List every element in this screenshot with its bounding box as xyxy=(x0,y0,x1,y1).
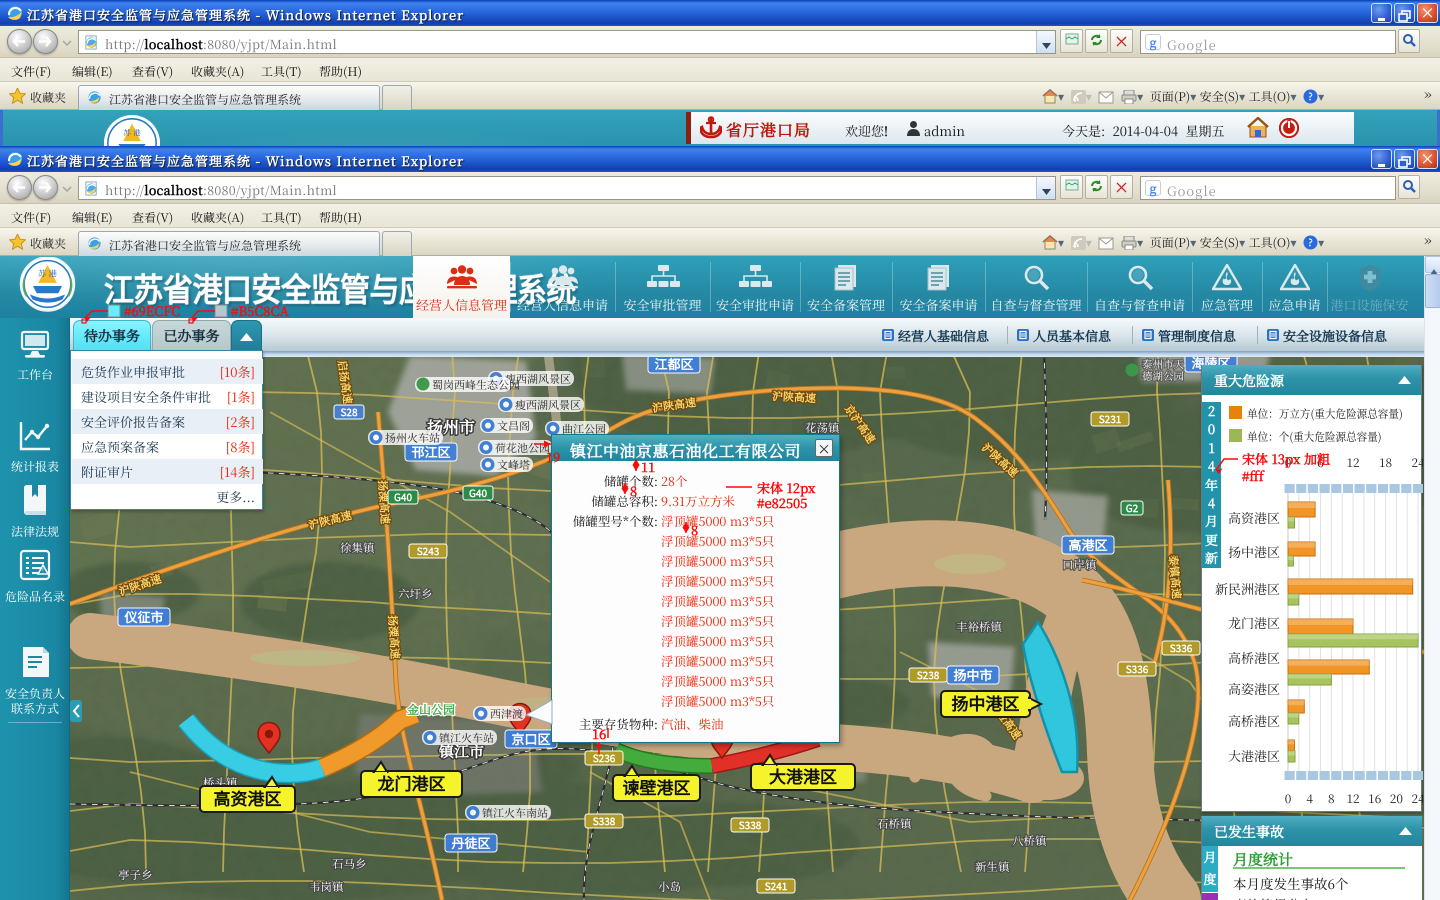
svg-text:扬中港区: 扬中港区 xyxy=(952,690,1020,715)
svg-text:16: 16 xyxy=(1368,790,1381,807)
svg-text:德湖公园: 德湖公园 xyxy=(1142,369,1184,384)
svg-text:新生镇: 新生镇 xyxy=(975,859,1011,875)
svg-text:24: 24 xyxy=(1411,790,1423,807)
svg-text:S336: S336 xyxy=(1126,661,1149,676)
svg-text:石马乡: 石马乡 xyxy=(332,856,367,872)
svg-text:京口区: 京口区 xyxy=(511,729,550,748)
svg-text:S231: S231 xyxy=(1099,411,1122,426)
svg-text:S338: S338 xyxy=(593,813,616,828)
svg-text:瘦西湖风景区: 瘦西湖风景区 xyxy=(515,397,581,413)
svg-text:六圩乡: 六圩乡 xyxy=(398,586,433,602)
svg-text:18: 18 xyxy=(1379,454,1392,471)
svg-text:高资港区: 高资港区 xyxy=(214,785,282,810)
svg-text:龙门港区: 龙门港区 xyxy=(377,770,446,795)
svg-text:G40: G40 xyxy=(394,489,412,504)
svg-text:20: 20 xyxy=(1390,790,1403,807)
svg-text:?: ? xyxy=(1309,89,1313,103)
svg-text:徐集镇: 徐集镇 xyxy=(340,540,376,556)
svg-text:12: 12 xyxy=(1346,790,1360,807)
svg-text:蜀岗西峰生态公园: 蜀岗西峰生态公园 xyxy=(432,377,520,393)
svg-text:S241: S241 xyxy=(765,878,788,893)
svg-text:镇江火车南站: 镇江火车南站 xyxy=(482,805,548,821)
svg-text:丹徒区: 丹徒区 xyxy=(451,833,490,852)
svg-text:丰裕桥镇: 丰裕桥镇 xyxy=(956,619,1003,635)
svg-text:文峰塔: 文峰塔 xyxy=(497,457,530,473)
svg-text:高港区: 高港区 xyxy=(1068,535,1107,554)
svg-text:大港港区: 大港港区 xyxy=(769,763,837,788)
svg-text:口岸镇: 口岸镇 xyxy=(1062,557,1098,573)
svg-text:S238: S238 xyxy=(917,667,940,682)
svg-text:镇江火车站: 镇江火车站 xyxy=(439,730,494,746)
svg-text:?: ? xyxy=(1309,235,1313,249)
svg-text:韦岗镇: 韦岗镇 xyxy=(309,879,345,895)
svg-text:文昌阁: 文昌阁 xyxy=(497,418,530,434)
svg-text:亭子乡: 亭子乡 xyxy=(118,867,153,883)
svg-text:小岛: 小岛 xyxy=(658,879,681,895)
svg-text:6: 6 xyxy=(1317,454,1324,471)
svg-text:八桥镇: 八桥镇 xyxy=(1012,833,1048,849)
svg-text:8: 8 xyxy=(1328,790,1335,807)
svg-text:S338: S338 xyxy=(739,817,762,832)
svg-text:仪征市: 仪征市 xyxy=(123,607,163,626)
svg-text:G2: G2 xyxy=(1126,500,1139,515)
svg-text:扬溧高速: 扬溧高速 xyxy=(384,614,403,659)
svg-text:G40: G40 xyxy=(469,485,487,500)
svg-text:0: 0 xyxy=(1285,790,1292,807)
svg-text:!: ! xyxy=(42,567,44,577)
svg-text:S236: S236 xyxy=(593,750,616,765)
svg-text:沪陕高速: 沪陕高速 xyxy=(772,388,817,406)
svg-text:荷花池公园: 荷花池公园 xyxy=(495,440,550,456)
svg-text:扬州火车站: 扬州火车站 xyxy=(385,430,440,446)
svg-text:苏 港: 苏 港 xyxy=(123,127,141,138)
svg-text:S336: S336 xyxy=(1170,640,1193,655)
svg-text:苏 港: 苏 港 xyxy=(38,268,58,280)
svg-text:石桥镇: 石桥镇 xyxy=(877,816,913,832)
svg-text:0: 0 xyxy=(1285,454,1292,471)
svg-text:4: 4 xyxy=(1306,790,1313,807)
svg-text:扬中市: 扬中市 xyxy=(953,665,992,684)
svg-text:金山公园: 金山公园 xyxy=(407,701,455,718)
svg-text:西津渡: 西津渡 xyxy=(490,706,523,722)
svg-text:S243: S243 xyxy=(417,543,440,558)
svg-text:24: 24 xyxy=(1411,454,1423,471)
svg-text:S28: S28 xyxy=(340,404,358,419)
svg-text:谏壁港区: 谏壁港区 xyxy=(623,774,691,799)
svg-text:12: 12 xyxy=(1346,454,1360,471)
